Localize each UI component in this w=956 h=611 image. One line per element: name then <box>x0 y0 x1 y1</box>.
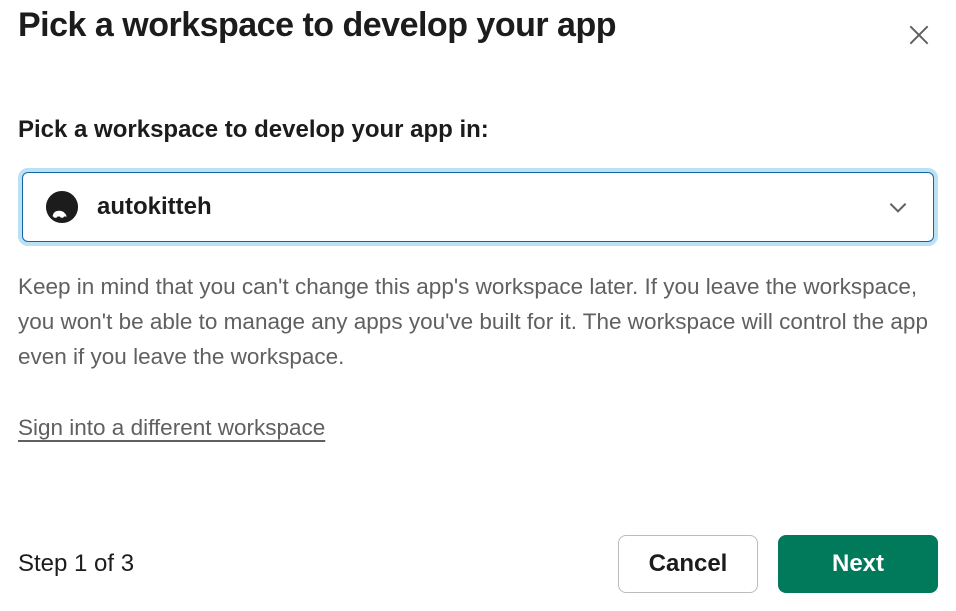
workspace-help-text: Keep in mind that you can't change this … <box>18 270 938 375</box>
cancel-button[interactable]: Cancel <box>618 535 758 593</box>
workspace-icon <box>45 190 79 224</box>
sign-in-different-workspace-link[interactable]: Sign into a different workspace <box>18 415 325 441</box>
selected-workspace-value: autokitteh <box>97 193 885 221</box>
modal-footer: Step 1 of 3 Cancel Next <box>18 525 938 593</box>
modal-content: Pick a workspace to develop your app in:… <box>18 58 938 525</box>
close-button[interactable] <box>896 12 942 58</box>
modal-title: Pick a workspace to develop your app <box>18 6 616 45</box>
chevron-down-icon <box>885 194 911 220</box>
modal-header: Pick a workspace to develop your app <box>18 0 938 58</box>
workspace-picker-modal: Pick a workspace to develop your app Pic… <box>0 0 956 611</box>
close-icon <box>906 22 932 48</box>
workspace-select[interactable]: autokitteh <box>22 172 934 242</box>
footer-buttons: Cancel Next <box>618 535 938 593</box>
next-button[interactable]: Next <box>778 535 938 593</box>
step-indicator: Step 1 of 3 <box>18 550 134 578</box>
workspace-field-label: Pick a workspace to develop your app in: <box>18 116 938 144</box>
workspace-select-focus-ring: autokitteh <box>18 168 938 246</box>
